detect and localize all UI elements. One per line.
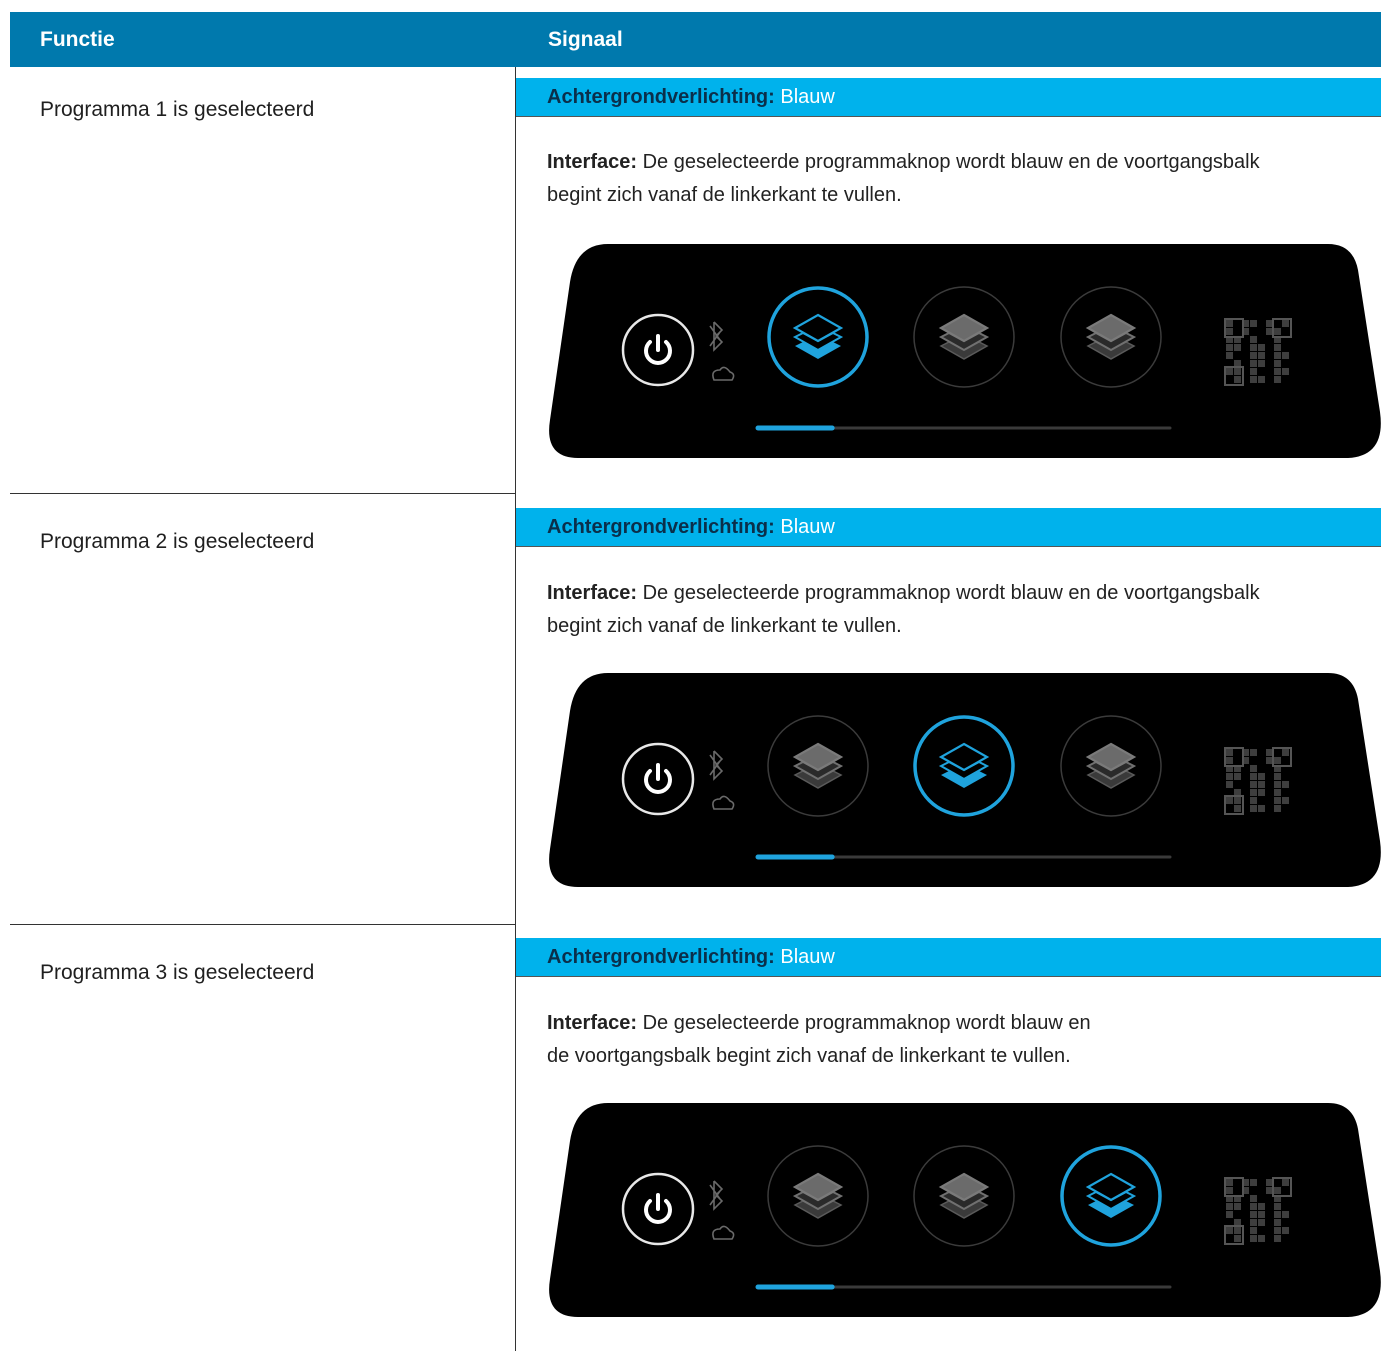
- row-function-label: Programma 3 is geselecteerd: [40, 961, 315, 984]
- divider: [516, 976, 1381, 977]
- interface-description: Interface: De geselecteerde programmakno…: [547, 1007, 1379, 1073]
- interface-description: Interface: De geselecteerde programmakno…: [547, 577, 1379, 643]
- backlight-band: Achtergrondverlichting: Blauw: [516, 508, 1381, 546]
- control-panel-graphic: [549, 244, 1381, 458]
- backlight-value: Blauw: [780, 86, 835, 108]
- interface-line2: begint zich vanaf de linkerkant te vulle…: [547, 615, 902, 637]
- backlight-value: Blauw: [780, 946, 835, 968]
- control-panel: [548, 671, 1381, 889]
- divider: [516, 546, 1381, 547]
- backlight-band: Achtergrondverlichting: Blauw: [516, 938, 1381, 976]
- column-divider: [515, 67, 516, 1351]
- interface-line1: De geselecteerde programmaknop wordt bla…: [642, 1012, 1091, 1034]
- backlight-key: Achtergrondverlichting:: [547, 946, 775, 968]
- backlight-key: Achtergrondverlichting:: [547, 86, 775, 108]
- column-header-function: Functie: [40, 28, 115, 51]
- row-divider: [10, 493, 516, 494]
- control-panel-graphic: [549, 673, 1381, 887]
- interface-line2: de voortgangsbalk begint zich vanaf de l…: [547, 1045, 1071, 1067]
- control-panel: [548, 242, 1381, 460]
- backlight-band: Achtergrondverlichting: Blauw: [516, 78, 1381, 116]
- control-panel-graphic: [549, 1103, 1381, 1317]
- interface-line1: De geselecteerde programmaknop wordt bla…: [642, 582, 1260, 604]
- interface-key: Interface:: [547, 1012, 638, 1034]
- interface-key: Interface:: [547, 151, 638, 173]
- interface-line2: begint zich vanaf de linkerkant te vulle…: [547, 184, 902, 206]
- backlight-value: Blauw: [780, 516, 835, 538]
- backlight-key: Achtergrondverlichting:: [547, 516, 775, 538]
- row-function-label: Programma 1 is geselecteerd: [40, 98, 315, 121]
- table-header: Functie Signaal: [10, 12, 1381, 67]
- interface-line1: De geselecteerde programmaknop wordt bla…: [642, 151, 1260, 173]
- column-header-signal: Signaal: [548, 28, 623, 51]
- row-function-label: Programma 2 is geselecteerd: [40, 530, 315, 553]
- control-panel: [548, 1101, 1381, 1319]
- interface-description: Interface: De geselecteerde programmakno…: [547, 146, 1379, 212]
- row-divider: [10, 924, 516, 925]
- divider: [516, 116, 1381, 117]
- interface-key: Interface:: [547, 582, 638, 604]
